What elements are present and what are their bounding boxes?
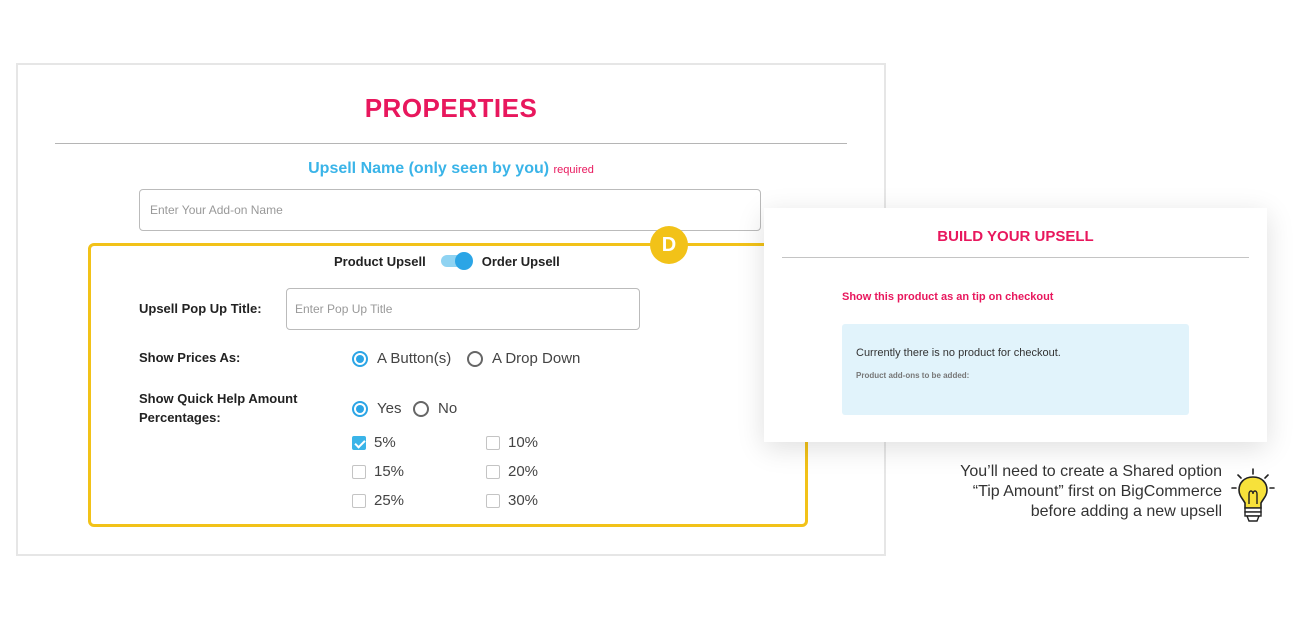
upsell-type-toggle[interactable] [440,252,473,270]
percentage-checkbox-20[interactable]: 20% [486,463,538,480]
upsell-name-label: Upsell Name (only seen by you) required [18,160,884,178]
tip-line-3: before adding a new upsell [1030,503,1222,520]
radio-no-label: No [438,400,458,417]
percentage-label: 5% [374,434,396,451]
add-ons-subtitle: Product add-ons to be added: [856,371,970,380]
no-product-message: Currently there is no product for checko… [856,347,1061,359]
percentage-label: 20% [508,463,539,480]
tip-line-1: You’ll need to create a Shared option [960,463,1222,480]
popup-title-input[interactable] [286,288,640,330]
build-upsell-title: BUILD YOUR UPSELL [937,228,1094,245]
quick-help-label-line1: Show Quick Help Amount [139,391,298,406]
upsell-name-input[interactable] [139,189,761,231]
percentage-checkbox-15[interactable]: 15% [352,463,404,480]
percentage-checkbox-25[interactable]: 25% [352,492,404,509]
upsell-settings-section [88,243,808,527]
tip-line-2: “Tip Amount” first on BigCommerce [972,483,1222,500]
step-badge: D [650,226,688,264]
percentage-label: 10% [508,434,539,451]
card-divider [782,257,1249,258]
checkbox-checked-icon [352,435,366,450]
percentage-checkbox-5[interactable]: 5% [352,434,396,451]
radio-yes-label: Yes [377,400,402,417]
percentage-checkbox-30[interactable]: 30% [486,492,538,509]
radio-unselected-icon [413,400,429,417]
build-upsell-card: BUILD YOUR UPSELL Show this product as a… [764,208,1267,442]
radio-selected-icon [352,400,368,417]
checkbox-unchecked-icon [486,435,500,450]
lightbulb-icon [1231,468,1275,522]
required-tag: required [553,164,594,176]
radio-button-option[interactable]: A Button(s) [352,350,451,367]
quick-help-label-line2: Percentages: [139,410,221,425]
radio-selected-icon [352,350,368,367]
upsell-name-label-text: Upsell Name (only seen by you) [308,160,550,177]
title-divider [55,143,847,144]
percentage-label: 15% [374,463,405,480]
show-as-tip-link[interactable]: Show this product as an tip on checkout [842,291,1053,303]
checkbox-unchecked-icon [352,464,366,479]
radio-dropdown-option[interactable]: A Drop Down [467,350,580,367]
upsell-type-toggle-row: Product Upsell Order Upsell [334,251,560,271]
percentage-label: 30% [508,492,539,509]
show-prices-label: Show Prices As: [139,350,241,365]
properties-title: PROPERTIES [364,93,538,123]
radio-dropdown-option-label: A Drop Down [492,350,581,367]
toggle-knob [454,252,473,270]
radio-button-option-label: A Button(s) [377,350,452,367]
popup-title-label: Upsell Pop Up Title: [139,301,262,316]
checkout-info-box: Currently there is no product for checko… [842,324,1189,415]
percentage-checkbox-10[interactable]: 10% [486,434,538,451]
tip-note: You’ll need to create a Shared option “T… [960,462,1222,522]
radio-yes-option[interactable]: Yes [352,400,401,417]
radio-no-option[interactable]: No [413,400,457,417]
quick-help-label: Show Quick Help Amount Percentages: [139,389,297,427]
checkbox-unchecked-icon [486,493,500,508]
checkbox-unchecked-icon [486,464,500,479]
checkbox-unchecked-icon [352,493,366,508]
order-upsell-label: Order Upsell [481,253,560,269]
percentage-label: 25% [374,492,405,509]
radio-unselected-icon [467,350,483,367]
product-upsell-label: Product Upsell [334,253,426,269]
